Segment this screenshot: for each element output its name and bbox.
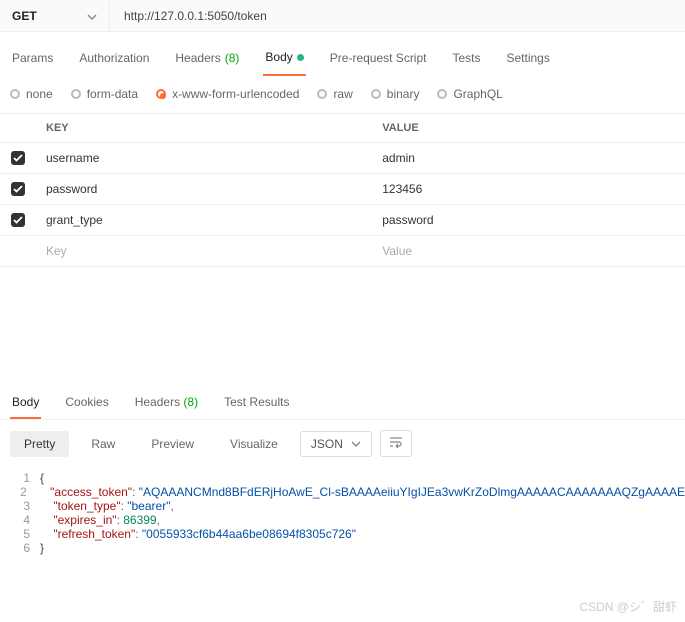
cell-key[interactable]: password <box>36 174 372 205</box>
cell-key[interactable]: username <box>36 143 372 174</box>
view-pretty[interactable]: Pretty <box>10 431 69 457</box>
bodytype-none[interactable]: none <box>10 87 53 101</box>
col-key: KEY <box>36 114 372 143</box>
radio-icon <box>317 89 327 99</box>
chevron-down-icon <box>87 9 97 23</box>
cell-value-placeholder[interactable]: Value <box>372 236 685 267</box>
bodytype-raw[interactable]: raw <box>317 87 352 101</box>
checkbox[interactable] <box>11 182 25 196</box>
tab-pre-request[interactable]: Pre-request Script <box>328 44 429 75</box>
view-visualize[interactable]: Visualize <box>216 431 292 457</box>
table-row[interactable]: password123456 <box>0 174 685 205</box>
view-preview[interactable]: Preview <box>137 431 208 457</box>
chevron-down-icon <box>351 441 361 447</box>
table-row[interactable]: usernameadmin <box>0 143 685 174</box>
checkbox[interactable] <box>11 213 25 227</box>
col-value: VALUE <box>372 114 685 143</box>
response-body[interactable]: 1{2 "access_token": "AQAAANCMnd8BFdERjHo… <box>0 467 685 569</box>
params-table: KEY VALUE usernameadminpassword123456gra… <box>0 113 685 267</box>
resp-tab-body[interactable]: Body <box>10 389 41 419</box>
code-line: 3 "token_type": "bearer", <box>0 499 685 513</box>
watermark: CSDN @シ゛甜虾 <box>579 598 677 615</box>
url-text: http://127.0.0.1:5050/token <box>124 9 267 23</box>
method-select[interactable]: GET <box>0 0 110 31</box>
code-line: 6} <box>0 541 685 555</box>
cell-key[interactable]: grant_type <box>36 205 372 236</box>
radio-icon <box>156 89 166 99</box>
radio-icon <box>371 89 381 99</box>
table-row-new[interactable]: KeyValue <box>0 236 685 267</box>
resp-headers-count: (8) <box>183 395 198 409</box>
bodytype-graphql[interactable]: GraphQL <box>437 87 502 101</box>
cell-value[interactable]: 123456 <box>372 174 685 205</box>
wrap-lines-button[interactable] <box>380 430 412 457</box>
radio-icon <box>71 89 81 99</box>
checkbox[interactable] <box>11 151 25 165</box>
tab-body[interactable]: Body <box>263 44 305 76</box>
bodytype-binary[interactable]: binary <box>371 87 420 101</box>
radio-icon <box>10 89 20 99</box>
tab-settings[interactable]: Settings <box>505 44 552 75</box>
code-line: 1{ <box>0 471 685 485</box>
code-line: 5 "refresh_token": "0055933cf6b44aa6be08… <box>0 527 685 541</box>
tab-tests[interactable]: Tests <box>450 44 482 75</box>
bodytype-xform[interactable]: x-www-form-urlencoded <box>156 87 299 101</box>
url-input[interactable]: http://127.0.0.1:5050/token <box>110 0 685 31</box>
headers-count: (8) <box>225 51 240 65</box>
cell-value[interactable]: admin <box>372 143 685 174</box>
cell-key-placeholder[interactable]: Key <box>36 236 372 267</box>
wrap-icon <box>389 436 403 448</box>
code-line: 2 "access_token": "AQAAANCMnd8BFdERjHoAw… <box>0 485 685 499</box>
tab-headers[interactable]: Headers (8) <box>173 44 241 75</box>
tab-authorization[interactable]: Authorization <box>77 44 151 75</box>
resp-tab-test-results[interactable]: Test Results <box>222 389 291 419</box>
radio-icon <box>437 89 447 99</box>
cell-value[interactable]: password <box>372 205 685 236</box>
view-raw[interactable]: Raw <box>77 431 129 457</box>
tab-params[interactable]: Params <box>10 44 55 75</box>
format-select[interactable]: JSON <box>300 431 372 457</box>
table-row[interactable]: grant_typepassword <box>0 205 685 236</box>
code-line: 4 "expires_in": 86399, <box>0 513 685 527</box>
method-label: GET <box>12 9 37 23</box>
dot-icon <box>297 54 304 61</box>
bodytype-formdata[interactable]: form-data <box>71 87 138 101</box>
resp-tab-cookies[interactable]: Cookies <box>63 389 110 419</box>
resp-tab-headers[interactable]: Headers (8) <box>133 389 200 419</box>
